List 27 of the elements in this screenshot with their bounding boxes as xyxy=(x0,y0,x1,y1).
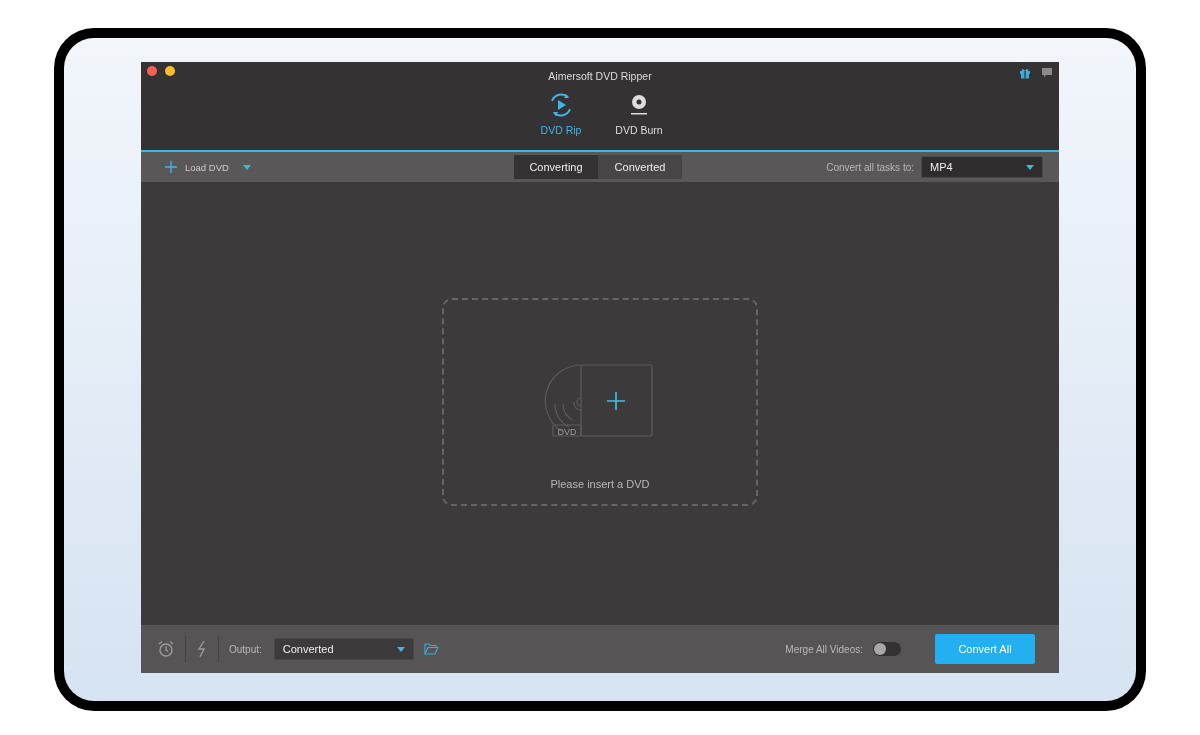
merge-label: Merge All Videos: xyxy=(785,643,863,655)
rip-icon xyxy=(548,92,574,118)
load-dvd-button[interactable]: Load DVD xyxy=(165,161,229,173)
alarm-clock-icon[interactable] xyxy=(157,640,175,658)
plus-icon xyxy=(606,391,626,411)
insert-message: Please insert a DVD xyxy=(550,478,650,490)
lightning-icon[interactable] xyxy=(196,640,208,658)
status-tab[interactable]: Converting xyxy=(514,155,598,179)
close-button[interactable] xyxy=(147,66,157,76)
mode-tab[interactable]: DVD Burn xyxy=(602,88,676,152)
gift-icon[interactable] xyxy=(1019,67,1031,79)
caret-icon xyxy=(1026,164,1034,170)
folder-icon[interactable] xyxy=(423,643,439,655)
output-label: Output: xyxy=(229,643,262,655)
window-title: Aimersoft DVD Ripper xyxy=(548,70,652,82)
plus-icon xyxy=(165,161,177,173)
chat-icon[interactable] xyxy=(1041,67,1053,78)
output-dropdown[interactable]: Converted xyxy=(273,638,414,660)
minimize-button[interactable] xyxy=(165,66,175,76)
status-tab[interactable]: Converted xyxy=(598,155,682,179)
format-dropdown[interactable]: MP4 xyxy=(921,156,1043,178)
drop-zone[interactable]: DVD Please insert a DVD xyxy=(442,298,758,506)
caret-icon[interactable] xyxy=(242,164,251,170)
format-label: Convert all tasks to: xyxy=(826,161,914,173)
caret-icon xyxy=(396,646,405,652)
merge-toggle[interactable] xyxy=(873,642,901,656)
dvd-label: DVD xyxy=(557,426,577,437)
